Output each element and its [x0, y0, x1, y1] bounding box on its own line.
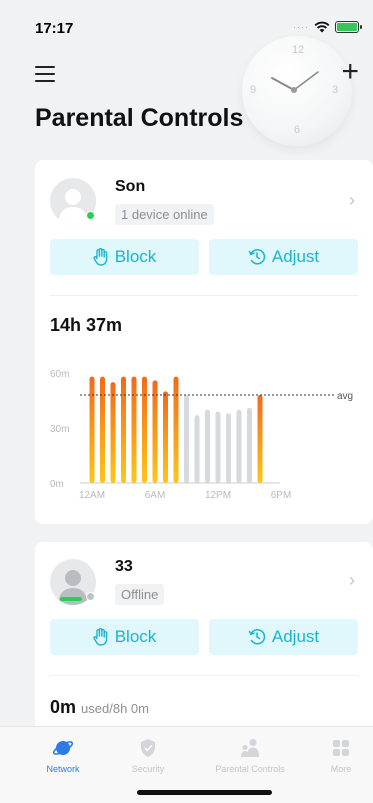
header: 12 3 6 9 + Parental Controls	[0, 36, 373, 154]
usage-bar	[163, 391, 168, 483]
tab-label: Parental Controls	[215, 764, 285, 774]
tab-more[interactable]: More	[296, 737, 373, 774]
block-button-label: Block	[114, 247, 157, 266]
offline-status-dot	[86, 592, 95, 601]
hand-icon	[93, 628, 108, 646]
usage-bar	[226, 413, 231, 483]
usage-bar	[173, 376, 179, 483]
usage-limit: used/8h 0m	[81, 701, 149, 716]
profile-card-33[interactable]: 33 Offline › Block Adjust 0m used/8h 0m	[35, 542, 373, 726]
divider	[50, 675, 358, 676]
x-tick-label: 6AM	[145, 490, 166, 500]
chevron-right-icon[interactable]: ›	[349, 190, 355, 211]
shield-icon	[103, 737, 193, 759]
adjust-button-label: Adjust	[271, 627, 320, 646]
status-icons: ····	[293, 21, 362, 33]
clock-number: 3	[332, 84, 339, 96]
x-tick-label: 12AM	[79, 490, 105, 500]
avg-label: avg	[337, 391, 353, 402]
family-icon	[205, 737, 295, 759]
clock-number: 6	[294, 124, 301, 136]
tab-parental-controls[interactable]: Parental Controls	[205, 737, 295, 774]
x-tick-label: 12PM	[205, 490, 231, 500]
profile-name: 33	[115, 558, 133, 575]
add-icon[interactable]: +	[341, 57, 359, 87]
status-time: 17:17	[35, 20, 74, 37]
profile-card-son[interactable]: Son 1 device online › Block Adjust 14h 3…	[35, 160, 373, 524]
adjust-button[interactable]: Adjust	[209, 239, 358, 275]
x-tick-label: 6PM	[271, 490, 292, 500]
divider	[50, 295, 358, 296]
home-indicator	[137, 790, 272, 795]
tab-network[interactable]: Network	[18, 737, 108, 774]
usage-value: 0m	[50, 697, 77, 717]
wifi-icon	[314, 21, 330, 33]
clock-number: 9	[250, 84, 257, 96]
usage-bar	[100, 376, 105, 483]
y-tick-label: 0m	[50, 479, 64, 490]
hand-icon	[93, 248, 108, 266]
profile-name: Son	[115, 178, 146, 195]
usage-chart: 60m 30m 0m avg 12AM 6AM 12PM 6PM	[50, 369, 353, 500]
tab-bar: Network Security Parental Controls More	[0, 726, 373, 803]
online-status-dot	[86, 211, 95, 220]
usage-bar	[89, 376, 95, 483]
tab-label: Security	[131, 764, 165, 774]
block-button[interactable]: Block	[50, 239, 199, 275]
adjust-button[interactable]: Adjust	[209, 619, 358, 655]
usage-bar	[236, 409, 242, 483]
clock-adjust-icon	[248, 629, 266, 645]
y-tick-label: 30m	[50, 424, 69, 435]
status-badge: 1 device online	[115, 204, 214, 225]
tab-security[interactable]: Security	[103, 737, 193, 774]
screen: 17:17 ···· 12 3 6 9 + Parental Controls	[0, 0, 373, 803]
planet-icon	[18, 737, 108, 759]
block-button-label: Block	[114, 627, 157, 646]
tab-label: More	[330, 764, 352, 774]
chevron-right-icon[interactable]: ›	[349, 570, 355, 591]
usage-bar	[142, 376, 147, 483]
adjust-button-label: Adjust	[271, 247, 320, 266]
tab-label: Network	[46, 764, 80, 774]
usage-bar	[247, 407, 252, 483]
usage-bar	[131, 376, 137, 483]
page-title: Parental Controls	[35, 104, 244, 132]
grid-icon	[296, 737, 373, 759]
usage-bar	[257, 395, 263, 483]
usage-bar	[215, 411, 221, 483]
menu-icon[interactable]	[35, 66, 55, 82]
signal-icon: ····	[293, 22, 309, 32]
usage-bar	[184, 395, 189, 483]
usage-bar	[194, 415, 200, 483]
usage-bar	[110, 382, 116, 483]
clock-illustration: 12 3 6 9	[242, 36, 352, 146]
clock-number: 12	[292, 44, 305, 56]
battery-icon	[335, 21, 362, 33]
usage-bar	[121, 376, 126, 483]
block-button[interactable]: Block	[50, 619, 199, 655]
usage-total: 14h 37m	[50, 315, 123, 335]
status-badge: Offline	[115, 584, 165, 605]
usage-bar	[152, 380, 158, 483]
usage-total: 0m used/8h 0m	[50, 697, 149, 718]
clock-adjust-icon	[248, 249, 266, 265]
y-tick-label: 60m	[50, 369, 69, 380]
usage-bar	[205, 409, 210, 483]
